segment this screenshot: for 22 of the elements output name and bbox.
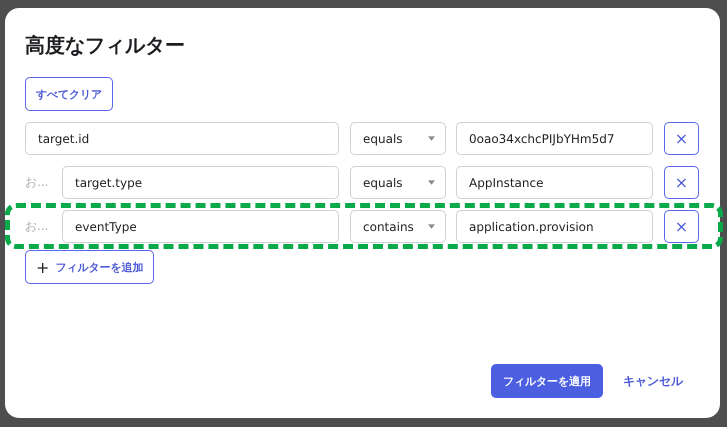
value-input[interactable]: application.provision xyxy=(456,210,653,243)
field-input[interactable]: target.id xyxy=(25,122,339,155)
operator-dropdown[interactable]: equals xyxy=(350,166,446,199)
caret-icon xyxy=(428,136,435,141)
connector-label: お... xyxy=(25,174,50,191)
connector-label: お... xyxy=(25,218,50,235)
remove-button[interactable]: × xyxy=(664,166,699,199)
dialog-title: 高度なフィルター xyxy=(25,32,186,58)
cancel-button[interactable]: キャンセル xyxy=(615,366,691,396)
remove-button[interactable]: × xyxy=(664,122,699,155)
caret-icon xyxy=(428,224,435,229)
field-input[interactable]: target.type xyxy=(62,166,339,199)
add-filter-button[interactable]: + フィルターを追加 xyxy=(25,250,154,284)
caret-icon xyxy=(428,180,435,185)
operator-dropdown[interactable]: equals xyxy=(350,122,446,155)
clear-all-button[interactable]: すべてクリア xyxy=(25,77,113,111)
value-input[interactable]: 0oao34xchcPIJbYHm5d7 xyxy=(456,122,653,155)
field-input[interactable]: eventType xyxy=(62,210,339,243)
operator-dropdown[interactable]: contains xyxy=(350,210,446,243)
value-input[interactable]: AppInstance xyxy=(456,166,653,199)
apply-filter-button[interactable]: フィルターを適用 xyxy=(491,364,603,398)
remove-button[interactable]: × xyxy=(664,210,699,243)
